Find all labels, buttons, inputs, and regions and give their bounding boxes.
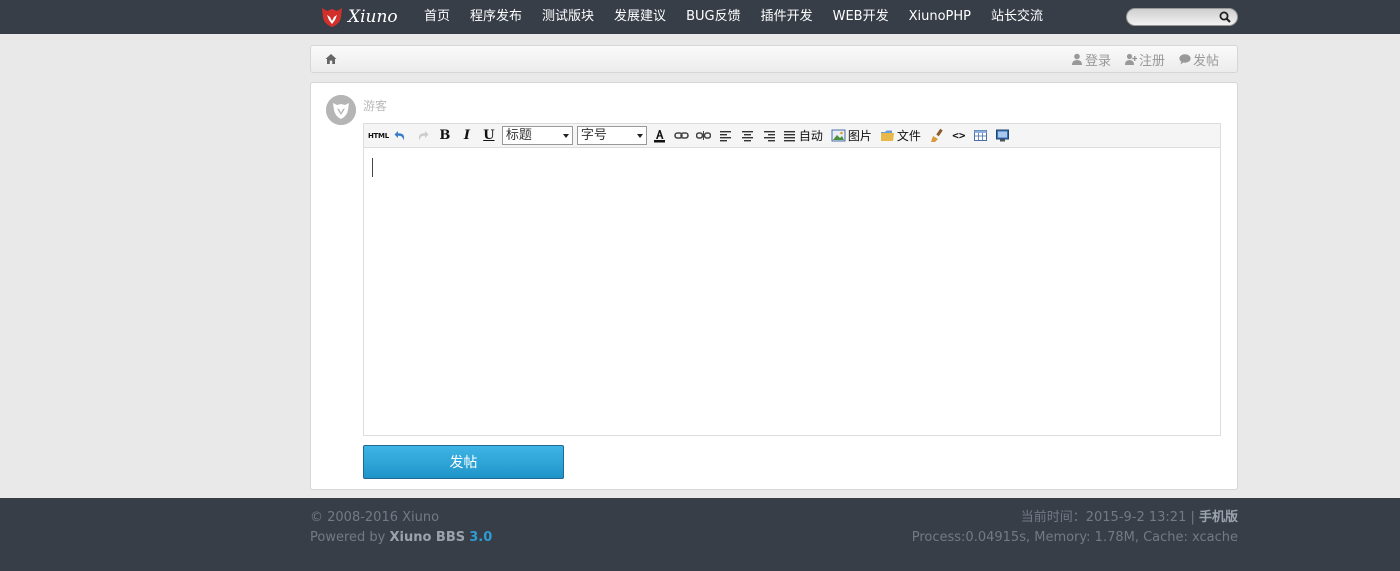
editor-toolbar: HTML B I U 标题 字号 自动 图片 文件 <>: [364, 124, 1220, 148]
user-add-icon: [1124, 53, 1137, 65]
chevron-down-icon: [562, 134, 569, 138]
undo-icon: [394, 131, 405, 141]
nav-item-home[interactable]: 首页: [414, 0, 460, 34]
heading-select-value: 标题: [505, 128, 532, 143]
rich-text-editor: HTML B I U 标题 字号 自动 图片 文件 <>: [363, 123, 1221, 436]
font-color-icon: [654, 130, 666, 143]
nav-item-xiunophp[interactable]: XiunoPHP: [899, 0, 981, 34]
nav-item-plugin-dev[interactable]: 插件开发: [751, 0, 823, 34]
link-icon: [674, 132, 690, 139]
attach-file-button[interactable]: 文件: [879, 126, 922, 146]
login-link[interactable]: 登录: [1071, 50, 1111, 69]
font-color-button[interactable]: [649, 126, 671, 146]
search-input[interactable]: [1133, 10, 1217, 24]
align-right-button[interactable]: [759, 126, 781, 146]
home-icon[interactable]: [325, 53, 337, 65]
fullscreen-button[interactable]: [992, 126, 1014, 146]
submit-post-button[interactable]: 发帖: [363, 445, 564, 479]
avatar: [326, 95, 356, 125]
font-size-select[interactable]: 字号: [576, 126, 647, 145]
code-button[interactable]: <>: [948, 126, 970, 146]
heading-select[interactable]: 标题: [501, 126, 573, 145]
post-panel: 游客 HTML B I U 标题 字号 自动 图片 文件 <> 发帖: [310, 82, 1238, 490]
powered-by-prefix: Powered by: [310, 530, 390, 545]
nav-item-test-board[interactable]: 测试版块: [532, 0, 604, 34]
table-icon: [974, 130, 988, 141]
undo-button[interactable]: [390, 126, 412, 146]
justify-icon: [783, 131, 795, 142]
new-post-label: 发帖: [1192, 53, 1219, 69]
user-icon: [1071, 53, 1082, 65]
breadcrumb: 登录 注册 发帖: [310, 45, 1238, 73]
insert-image-label: 图片: [847, 129, 872, 143]
nav-item-bug-report[interactable]: BUG反馈: [676, 0, 751, 34]
italic-button[interactable]: I: [456, 126, 478, 146]
server-time-label: 当前时间：2015-9-2 13:21 |: [1020, 510, 1199, 525]
main-nav: 首页 程序发布 测试版块 发展建议 BUG反馈 插件开发 WEB开发 Xiuno…: [414, 0, 1053, 34]
user-links: 登录 注册 发帖: [1071, 46, 1219, 72]
avatar-icon: [326, 95, 356, 125]
redo-button[interactable]: [412, 126, 434, 146]
align-left-icon: [720, 131, 732, 142]
footer-left: © 2008-2016 Xiuno Powered by Xiuno BBS 3…: [310, 508, 492, 548]
register-link[interactable]: 注册: [1124, 50, 1165, 69]
logo-text: Xiuno: [348, 7, 398, 27]
footer-inner: © 2008-2016 Xiuno Powered by Xiuno BBS 3…: [310, 498, 1238, 571]
nav-item-webmaster[interactable]: 站长交流: [981, 0, 1053, 34]
monitor-icon: [996, 129, 1010, 142]
unlink-icon: [696, 131, 712, 140]
font-size-select-value: 字号: [580, 128, 607, 143]
copyright: © 2008-2016 Xiuno: [310, 510, 440, 525]
html-mode-button[interactable]: HTML: [367, 126, 390, 146]
image-icon: [831, 129, 846, 142]
clear-format-button[interactable]: [926, 126, 948, 146]
chevron-down-icon: [636, 134, 643, 138]
login-label: 登录: [1084, 53, 1111, 69]
mobile-version-link[interactable]: 手机版: [1199, 510, 1238, 525]
logo[interactable]: Xiuno: [320, 5, 398, 29]
auto-format-label: 自动: [798, 129, 823, 143]
footer-right: 当前时间：2015-9-2 13:21 | 手机版 Process:0.0491…: [912, 508, 1238, 548]
footer: © 2008-2016 Xiuno Powered by Xiuno BBS 3…: [0, 498, 1400, 571]
nav-item-suggestions[interactable]: 发展建议: [604, 0, 676, 34]
top-navbar-inner: Xiuno 首页 程序发布 测试版块 发展建议 BUG反馈 插件开发 WEB开发…: [310, 0, 1238, 34]
server-time: 当前时间：2015-9-2 13:21 | 手机版: [912, 508, 1238, 528]
nav-item-web-dev[interactable]: WEB开发: [823, 0, 899, 34]
unlink-button[interactable]: [693, 126, 715, 146]
text-cursor: [372, 158, 373, 177]
logo-icon: [322, 8, 342, 27]
attach-file-label: 文件: [896, 129, 921, 143]
nav-item-releases[interactable]: 程序发布: [460, 0, 532, 34]
process-stats: Process:0.04915s, Memory: 1.78M, Cache: …: [911, 530, 1238, 545]
username: 游客: [363, 99, 388, 113]
top-navbar: Xiuno 首页 程序发布 测试版块 发展建议 BUG反馈 插件开发 WEB开发…: [0, 0, 1400, 34]
align-center-button[interactable]: [737, 126, 759, 146]
auto-format-button[interactable]: 自动: [781, 126, 824, 146]
comment-icon: [1179, 54, 1191, 65]
version: 3.0: [469, 530, 493, 545]
register-label: 注册: [1138, 53, 1165, 69]
table-button[interactable]: [970, 126, 992, 146]
align-left-button[interactable]: [715, 126, 737, 146]
editor-content-area[interactable]: [364, 148, 1220, 435]
search-icon[interactable]: [1219, 11, 1231, 23]
powered-by-name[interactable]: Xiuno BBS: [389, 530, 465, 545]
new-post-link[interactable]: 发帖: [1179, 50, 1219, 69]
align-center-icon: [742, 131, 754, 142]
underline-button[interactable]: U: [478, 126, 500, 146]
brush-icon: [931, 128, 944, 142]
insert-image-button[interactable]: 图片: [830, 126, 873, 146]
folder-icon: [880, 130, 894, 141]
redo-icon: [419, 131, 429, 141]
search-box: [1126, 8, 1238, 26]
bold-button[interactable]: B: [434, 126, 456, 146]
align-right-icon: [764, 131, 776, 142]
powered-by: Powered by Xiuno BBS 3.0: [310, 528, 492, 548]
link-button[interactable]: [671, 126, 693, 146]
